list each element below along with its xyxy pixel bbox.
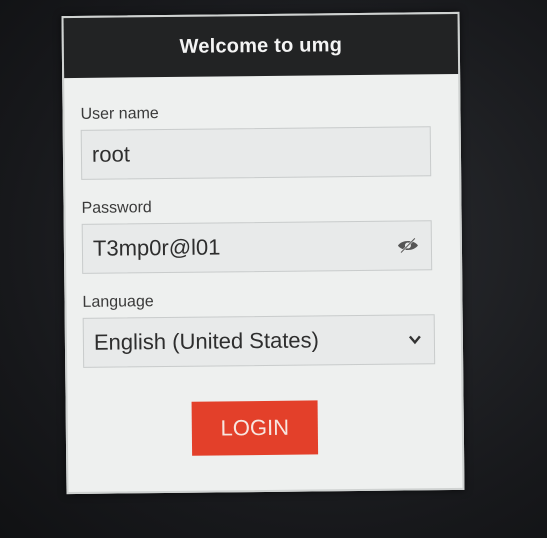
language-label: Language	[82, 293, 154, 311]
eye-slash-icon[interactable]	[397, 237, 419, 254]
username-input[interactable]: root	[80, 126, 432, 180]
login-button[interactable]: LOGIN	[191, 400, 319, 456]
login-card: Welcome to umg User name root Password T…	[61, 11, 465, 495]
username-label: User name	[80, 105, 159, 123]
password-input[interactable]: T3mp0r@l01	[81, 220, 433, 274]
language-selected: English (United States)	[93, 327, 320, 355]
language-select[interactable]: English (United States)	[82, 314, 436, 368]
chevron-down-icon	[408, 335, 421, 345]
card-header: Welcome to umg	[63, 13, 459, 79]
welcome-title: Welcome to umg	[179, 33, 343, 58]
password-value: T3mp0r@l01	[92, 234, 221, 261]
username-value: root	[91, 141, 131, 167]
password-label: Password	[81, 199, 152, 217]
